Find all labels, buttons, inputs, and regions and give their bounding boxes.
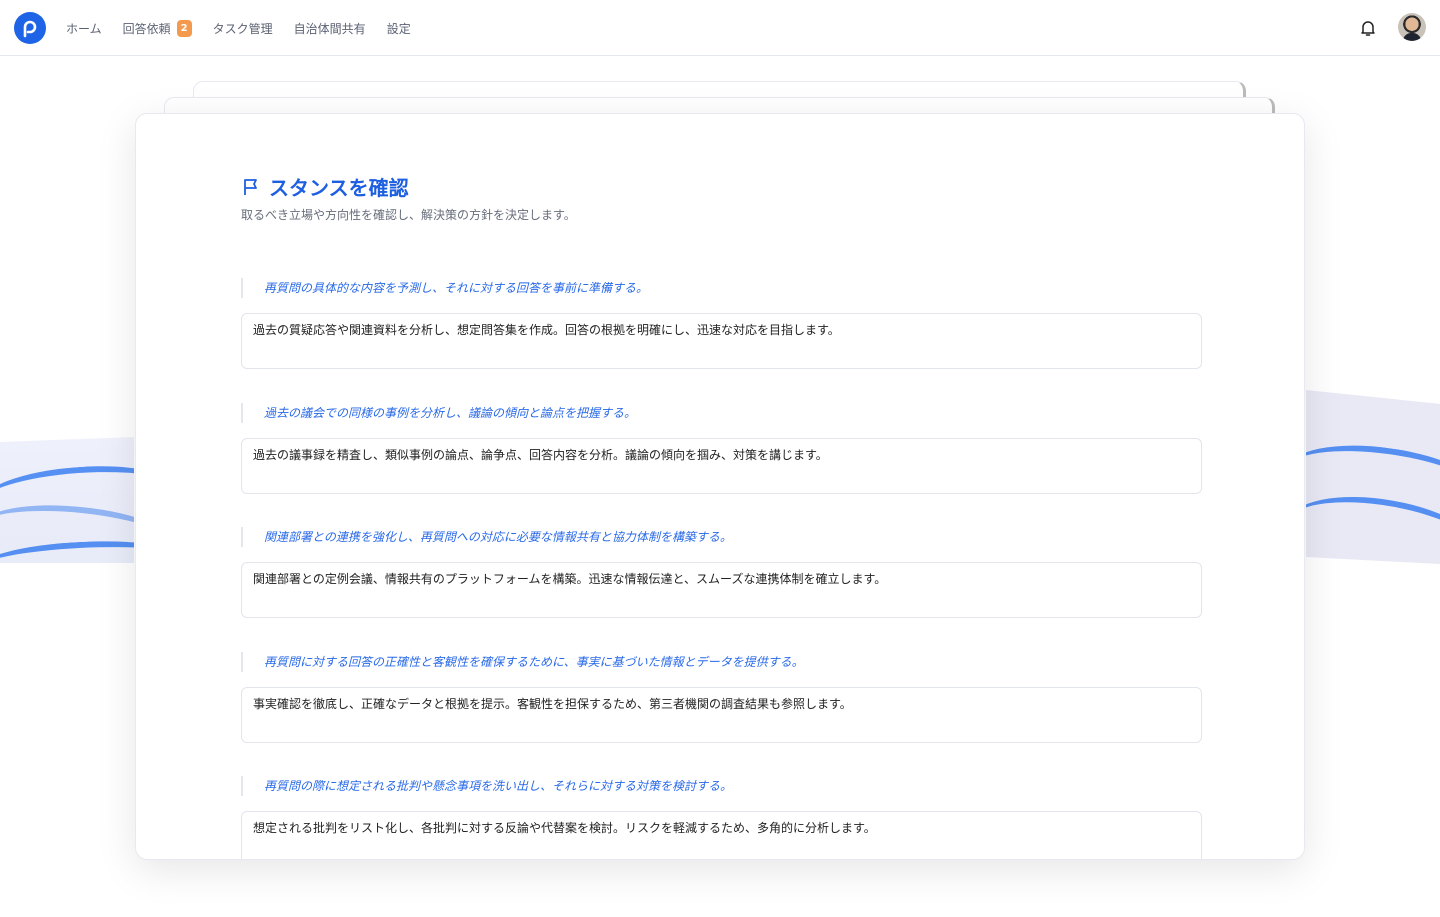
stance-heading: 再質問の具体的な内容を予測し、それに対する回答を事前に準備する。 (241, 278, 1202, 298)
stance-item: 再質問の際に想定される批判や懸念事項を洗い出し、それらに対する対策を検討する。 … (241, 776, 1202, 859)
nav-settings[interactable]: 設定 (387, 20, 411, 37)
count-badge: 2 (176, 19, 192, 37)
stance-heading: 再質問の際に想定される批判や懸念事項を洗い出し、それらに対する対策を検討する。 (241, 776, 1202, 796)
decorative-wave-left (0, 437, 134, 563)
stance-item: 再質問の具体的な内容を予測し、それに対する回答を事前に準備する。 過去の質疑応答… (241, 278, 1202, 369)
page-title: スタンスを確認 (241, 172, 409, 201)
page-title-text: スタンスを確認 (269, 176, 409, 200)
nav-task-management[interactable]: タスク管理 (213, 20, 273, 37)
user-avatar[interactable] (1398, 13, 1426, 41)
nav-municipality-sharing[interactable]: 自治体間共有 (294, 20, 366, 37)
nav-label: 設定 (386, 21, 411, 36)
app-logo[interactable] (14, 12, 46, 44)
stance-text-field[interactable]: 過去の議事録を精査し、類似事例の論点、論争点、回答内容を分析。議論の傾向を掴み、… (241, 438, 1202, 494)
stance-heading: 再質問に対する回答の正確性と客観性を確保するために、事実に基づいた情報とデータを… (241, 652, 1202, 672)
stance-text-field[interactable]: 事実確認を徹底し、正確なデータと根拠を提示。客観性を担保するため、第三者機関の調… (241, 687, 1202, 743)
stance-item: 再質問に対する回答の正確性と客観性を確保するために、事実に基づいた情報とデータを… (241, 652, 1202, 743)
stance-heading: 過去の議会での同様の事例を分析し、議論の傾向と論点を把握する。 (241, 403, 1202, 423)
decorative-wave-right (1306, 390, 1440, 564)
flag-icon (244, 178, 257, 195)
page-subtitle: 取るべき立場や方向性を確認し、解決策の方針を決定します。 (241, 208, 576, 222)
bell-icon[interactable] (1360, 19, 1376, 37)
nav-home[interactable]: ホーム (66, 20, 102, 37)
stance-text-field[interactable]: 想定される批判をリスト化し、各批判に対する反論や代替案を検討。リスクを軽減するた… (241, 811, 1202, 859)
stance-text-field[interactable]: 関連部署との定例会議、情報共有のプラットフォームを構築。迅速な情報伝達と、スムー… (241, 562, 1202, 618)
nav-label: ホーム (66, 21, 102, 36)
nav-label: 回答依頼 (122, 21, 171, 36)
stance-card: スタンスを確認 取るべき立場や方向性を確認し、解決策の方針を決定します。 再質問… (135, 113, 1305, 860)
main-nav: ホーム 回答依頼 2 タスク管理 自治体間共有 設定 (66, 0, 411, 56)
stance-item: 関連部署との連携を強化し、再質問への対応に必要な情報共有と協力体制を構築する。 … (241, 527, 1202, 618)
stance-item: 過去の議会での同様の事例を分析し、議論の傾向と論点を把握する。 過去の議事録を精… (241, 403, 1202, 494)
top-nav-bar: ホーム 回答依頼 2 タスク管理 自治体間共有 設定 (0, 0, 1440, 56)
stance-text-field[interactable]: 過去の質疑応答や関連資料を分析し、想定問答集を作成。回答の根拠を明確にし、迅速な… (241, 313, 1202, 369)
nav-label: 自治体間共有 (293, 21, 366, 36)
nav-label: タスク管理 (212, 21, 273, 36)
logo-icon (23, 20, 37, 38)
nav-answer-requests[interactable]: 回答依頼 2 (122, 19, 192, 37)
stance-heading: 関連部署との連携を強化し、再質問への対応に必要な情報共有と協力体制を構築する。 (241, 527, 1202, 547)
